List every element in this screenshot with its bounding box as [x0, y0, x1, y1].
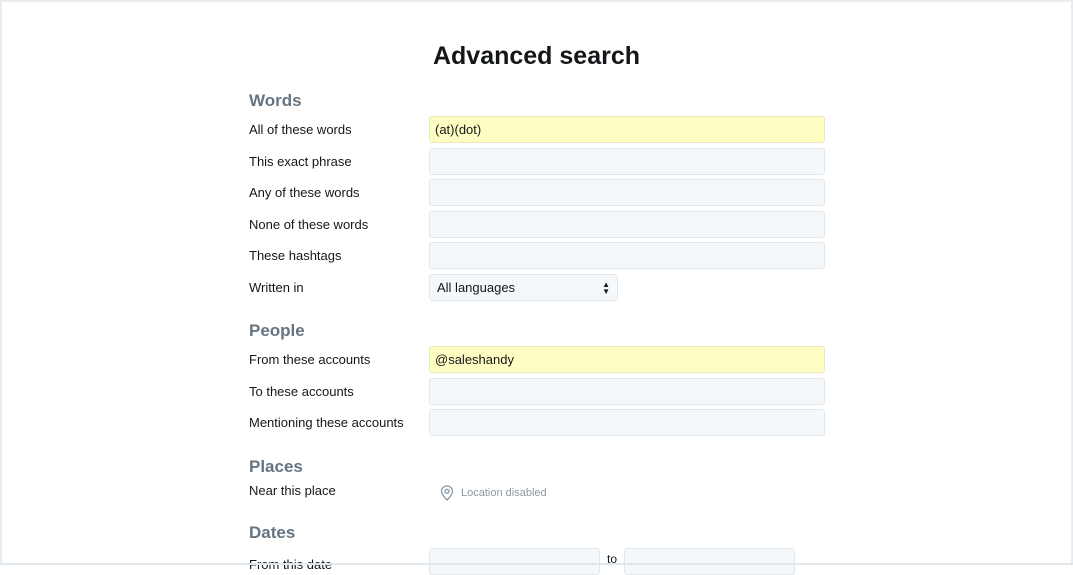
any-words-label: Any of these words [249, 185, 360, 200]
mentioning-accounts-input[interactable] [429, 409, 825, 436]
written-in-label: Written in [249, 280, 304, 295]
from-accounts-label: From these accounts [249, 352, 371, 367]
language-select[interactable]: All languages ▲ ▼ [429, 274, 618, 301]
location-status: Location disabled [440, 485, 547, 501]
select-arrows-icon: ▲ ▼ [602, 279, 610, 296]
section-heading-places: Places [249, 457, 303, 476]
hashtags-label: These hashtags [249, 248, 342, 263]
to-accounts-input[interactable] [429, 378, 825, 405]
all-words-input[interactable] [429, 116, 825, 143]
near-place-label: Near this place [249, 483, 336, 498]
from-date-input[interactable] [429, 548, 600, 575]
map-pin-icon [440, 485, 454, 501]
hashtags-input[interactable] [429, 242, 825, 269]
section-heading-dates: Dates [249, 523, 296, 542]
none-words-input[interactable] [429, 211, 825, 238]
none-words-label: None of these words [249, 217, 369, 232]
language-select-value: All languages [437, 280, 516, 295]
from-accounts-input[interactable] [429, 346, 825, 373]
to-accounts-label: To these accounts [249, 384, 354, 399]
any-words-input[interactable] [429, 179, 825, 206]
section-heading-people: People [249, 321, 305, 340]
location-disabled-text: Location disabled [461, 487, 547, 499]
all-words-label: All of these words [249, 122, 352, 137]
to-date-input[interactable] [624, 548, 795, 575]
page-title: Advanced search [432, 42, 641, 70]
exact-phrase-input[interactable] [429, 148, 825, 175]
mentioning-accounts-label: Mentioning these accounts [249, 415, 404, 430]
exact-phrase-label: This exact phrase [249, 154, 352, 169]
section-heading-words: Words [249, 91, 302, 110]
